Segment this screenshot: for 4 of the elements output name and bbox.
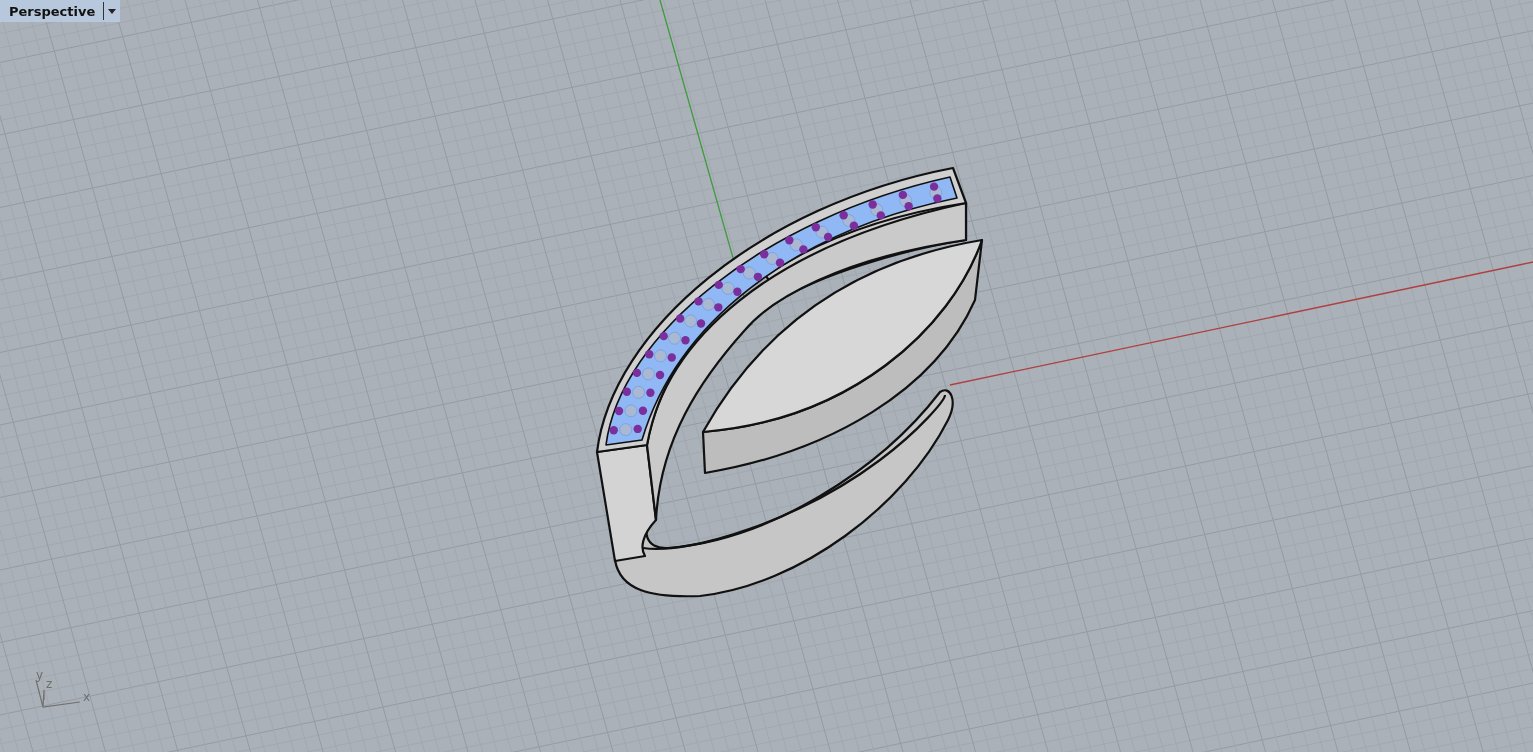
axis-label: z: [46, 677, 53, 691]
axis-label: y: [36, 668, 44, 682]
caret-icon: [108, 8, 117, 14]
axis-label: x: [83, 690, 91, 704]
